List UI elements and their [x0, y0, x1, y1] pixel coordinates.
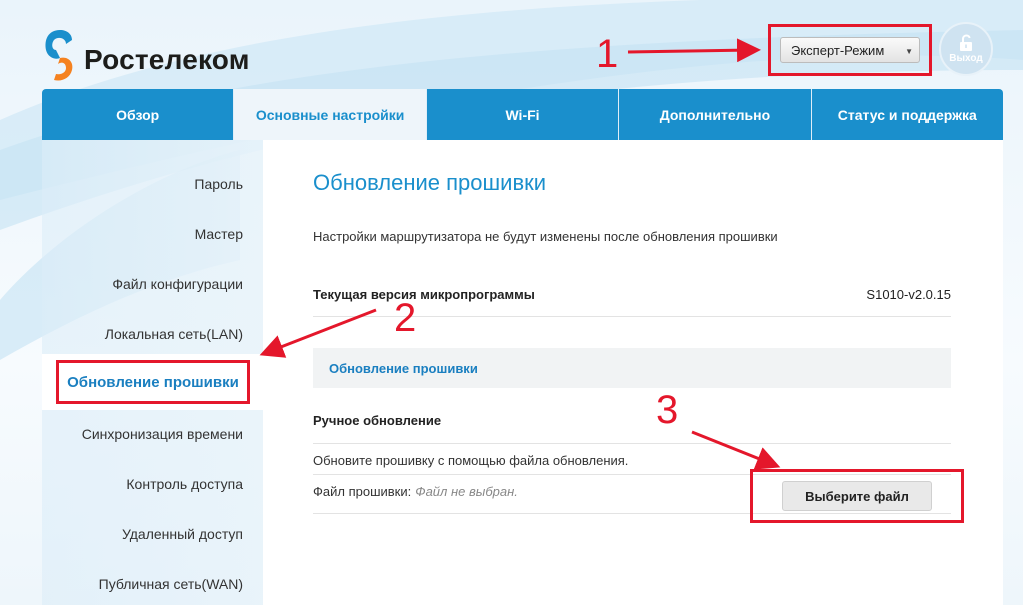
firmware-file-label: Файл прошивки: [313, 484, 412, 499]
sidebar-item-firmware-update[interactable]: Обновление прошивки [56, 360, 250, 404]
logout-label: Выход [949, 53, 983, 64]
tab-label: Обзор [116, 106, 160, 123]
sidebar: Пароль Мастер Файл конфигурации Локальна… [42, 140, 263, 605]
sidebar-item-lan[interactable]: Локальная сеть(LAN) [105, 326, 243, 342]
logout-button[interactable]: Выход [939, 22, 993, 76]
firmware-note: Настройки маршрутизатора не будут измене… [313, 229, 778, 244]
sidebar-item-password[interactable]: Пароль [194, 176, 243, 192]
tab-advanced[interactable]: Дополнительно [619, 89, 812, 140]
main-nav: Обзор Основные настройки Wi-Fi Дополните… [42, 89, 1004, 140]
annotation-step-2: 2 [394, 296, 417, 340]
brand-name: Ростелеком [84, 44, 250, 75]
tab-status-support[interactable]: Статус и поддержка [811, 89, 1004, 140]
main-content: Обновление прошивки Настройки маршрутиза… [263, 140, 1003, 605]
rostelecom-logo-icon [42, 28, 78, 84]
choose-file-button[interactable]: Выберите файл [782, 481, 932, 511]
firmware-file-status: Файл не выбран. [415, 484, 518, 499]
manual-update-hint: Обновите прошивку с помощью файла обновл… [313, 453, 629, 468]
section-heading: Обновление прошивки [313, 348, 951, 388]
page-title: Обновление прошивки [313, 170, 547, 195]
tab-label: Wi-Fi [505, 106, 540, 123]
chevron-down-icon: ▼ [905, 47, 913, 56]
sidebar-item-access-control[interactable]: Контроль доступа [126, 476, 243, 492]
current-version-label: Текущая версия микропрограммы [313, 287, 535, 302]
brand-logo: Ростелеком [42, 26, 250, 86]
tab-label: Основные настройки [255, 106, 405, 123]
tab-label: Статус и поддержка [837, 106, 977, 123]
sidebar-item-remote-access[interactable]: Удаленный доступ [122, 526, 243, 542]
tab-overview[interactable]: Обзор [42, 89, 235, 140]
choose-file-highlight: Выберите файл [750, 469, 964, 523]
tab-label: Дополнительно [659, 106, 771, 123]
mode-select[interactable]: Эксперт-Режим ▼ [780, 37, 920, 63]
unlock-icon [960, 34, 972, 51]
sidebar-item-wizard[interactable]: Мастер [195, 226, 243, 242]
settings-panel: Пароль Мастер Файл конфигурации Локальна… [42, 140, 1003, 605]
sidebar-item-config-file[interactable]: Файл конфигурации [112, 276, 243, 292]
divider [313, 443, 951, 444]
sidebar-item-time-sync[interactable]: Синхронизация времени [82, 426, 243, 442]
sidebar-item-wan[interactable]: Публичная сеть(WAN) [99, 576, 243, 592]
current-version-value: S1010-v2.0.15 [866, 287, 951, 302]
manual-update-heading: Ручное обновление [313, 413, 442, 428]
mode-select-value: Эксперт-Режим [791, 42, 885, 58]
tab-wifi[interactable]: Wi-Fi [426, 89, 620, 140]
annotation-step-3: 3 [656, 388, 679, 432]
header: Ростелеком Эксперт-Режим ▼ Выход [0, 0, 1023, 90]
tab-basic-settings[interactable]: Основные настройки [234, 89, 427, 140]
annotation-step-1: 1 [596, 32, 619, 76]
mode-select-highlight: Эксперт-Режим ▼ [768, 24, 932, 76]
